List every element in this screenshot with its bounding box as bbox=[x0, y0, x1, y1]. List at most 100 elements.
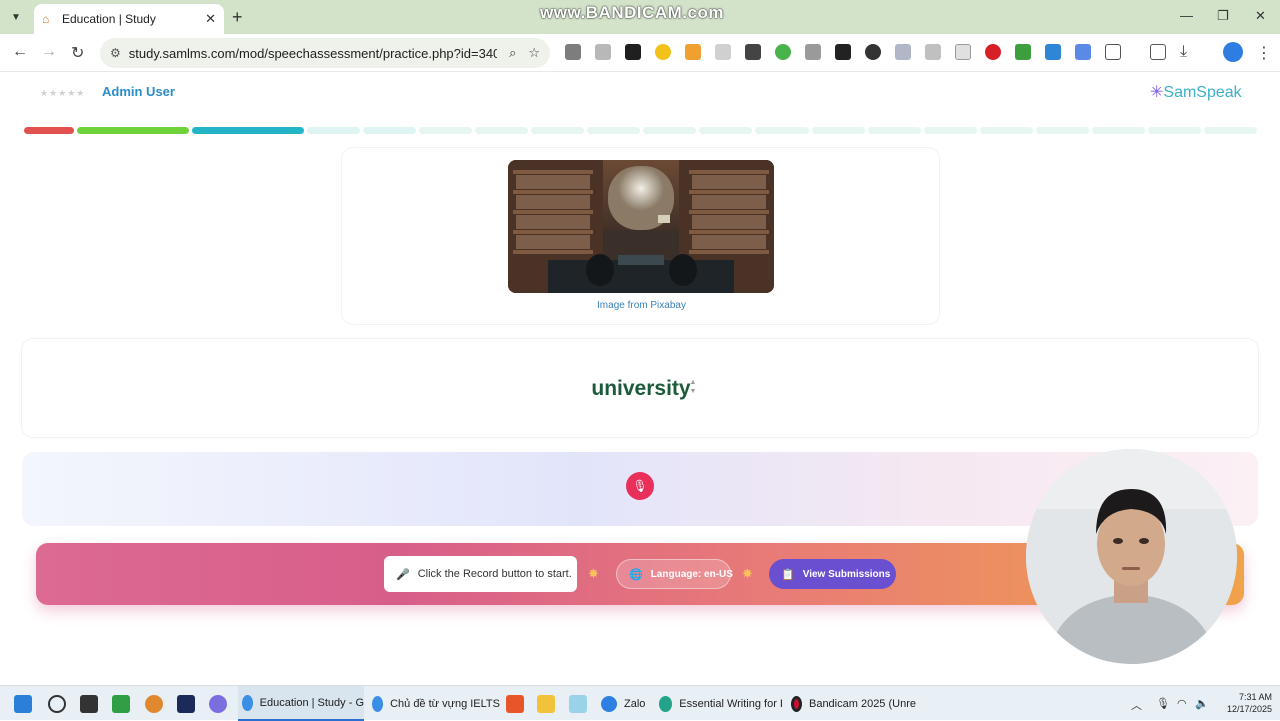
extension-icon[interactable] bbox=[655, 44, 671, 60]
extensions-puzzle-icon[interactable] bbox=[1105, 44, 1121, 60]
word-card: university ▲ ▼ bbox=[21, 338, 1259, 438]
user-rating-stars: ★★★★★ bbox=[40, 88, 86, 98]
extension-icon[interactable] bbox=[715, 44, 731, 60]
extension-icon[interactable] bbox=[745, 44, 761, 60]
extension-icon[interactable] bbox=[955, 44, 971, 60]
taskbar-app-label: Education | Study - G bbox=[259, 696, 364, 709]
chrome-icon bbox=[242, 694, 253, 711]
tray-volume-icon[interactable]: 🔈 bbox=[1195, 697, 1209, 710]
globe-icon: 🌐 bbox=[629, 568, 643, 581]
image-credit-link[interactable]: Image from Pixabay bbox=[342, 300, 941, 311]
extension-icon[interactable] bbox=[1015, 44, 1031, 60]
tab-title: Education | Study bbox=[62, 12, 156, 26]
back-button[interactable]: ← bbox=[12, 43, 28, 61]
taskbar-app-chrome-study[interactable]: Education | Study - G bbox=[238, 686, 364, 721]
progress-segment-complete bbox=[24, 127, 74, 134]
extension-icon[interactable] bbox=[565, 44, 581, 60]
taskbar-app-label: Chủ đề từ vựng IELTS bbox=[390, 697, 500, 710]
bandicam-record-icon bbox=[791, 695, 802, 712]
webcam-overlay bbox=[1026, 449, 1237, 664]
tray-overflow-chevron-icon[interactable]: ︿ bbox=[1131, 697, 1142, 713]
forward-button[interactable]: → bbox=[41, 43, 57, 61]
close-window-icon[interactable]: ✕ bbox=[1255, 8, 1266, 24]
bookmark-star-icon[interactable]: ☆ bbox=[528, 45, 540, 61]
target-word: university bbox=[591, 377, 691, 400]
taskbar-app-label: Bandicam 2025 (Unre bbox=[808, 697, 916, 710]
restore-window-icon[interactable]: ❐ bbox=[1217, 8, 1229, 24]
xbox-icon[interactable] bbox=[112, 695, 130, 713]
sparkle-icon: ✸ bbox=[588, 566, 599, 581]
progress-segment-pending bbox=[307, 127, 361, 134]
close-tab-icon[interactable]: ✕ bbox=[205, 11, 216, 27]
cast-icon[interactable] bbox=[1150, 44, 1166, 60]
extension-icon[interactable] bbox=[865, 44, 881, 60]
taskbar-app-zalo[interactable]: Zalo bbox=[601, 686, 653, 721]
image-card: Image from Pixabay bbox=[341, 147, 940, 325]
translate-extension-icon[interactable] bbox=[1075, 44, 1091, 60]
app-icon[interactable] bbox=[569, 695, 587, 713]
windows-taskbar: Education | Study - G Chủ đề từ vựng IEL… bbox=[0, 685, 1280, 721]
file-explorer-icon[interactable] bbox=[537, 695, 555, 713]
profile-avatar[interactable] bbox=[1223, 42, 1243, 62]
task-view-icon[interactable] bbox=[80, 695, 98, 713]
practice-page: ★★★★★ Admin User ✳SamSpeak Image from Pi… bbox=[0, 72, 1280, 685]
windows-start-icon[interactable] bbox=[14, 695, 32, 713]
progress-segment-pending bbox=[755, 127, 809, 134]
microphone-icon: 🎤 bbox=[396, 568, 410, 581]
progress-segment-pending bbox=[923, 127, 977, 134]
search-icon[interactable] bbox=[48, 695, 66, 713]
browser-tab-active[interactable]: ⌂ Education | Study ✕ bbox=[34, 4, 224, 34]
record-button[interactable]: 🎙 bbox=[626, 472, 654, 500]
clipboard-icon: 📋 bbox=[781, 568, 795, 581]
brave-icon[interactable] bbox=[506, 695, 524, 713]
shield-extension-icon[interactable] bbox=[895, 44, 911, 60]
logo-mark-icon: ✳ bbox=[1150, 84, 1164, 101]
camera-extension-icon[interactable] bbox=[595, 44, 611, 60]
microphone-icon: 🎙 bbox=[632, 479, 648, 493]
progress-segment-pending bbox=[475, 127, 529, 134]
address-url[interactable]: study.samlms.com/mod/speechassessment/pr… bbox=[129, 46, 497, 61]
new-tab-button[interactable]: + bbox=[232, 7, 243, 28]
extension-icon[interactable] bbox=[985, 44, 1001, 60]
browser-menu-icon[interactable]: ⋮ bbox=[1256, 43, 1272, 63]
progress-segment-pending bbox=[699, 127, 753, 134]
extension-icon[interactable] bbox=[925, 44, 941, 60]
pencil-extension-icon[interactable] bbox=[685, 44, 701, 60]
copilot-icon[interactable] bbox=[209, 695, 227, 713]
taskbar-app-chrome-ielts[interactable]: Chủ đề từ vựng IELTS bbox=[372, 686, 500, 721]
address-bar[interactable]: ⚙ study.samlms.com/mod/speechassessment/… bbox=[100, 38, 550, 68]
progress-segment-pending bbox=[1091, 127, 1145, 134]
app-icon[interactable] bbox=[145, 695, 163, 713]
photoshop-icon[interactable] bbox=[177, 695, 195, 713]
zalo-icon bbox=[601, 695, 617, 712]
taskbar-app-bandicam[interactable]: Bandicam 2025 (Unre bbox=[791, 686, 916, 721]
browser-toolbar: ← → ↻ ⚙ study.samlms.com/mod/speechasses… bbox=[0, 34, 1280, 72]
tray-microphone-icon[interactable]: 🎙 bbox=[1156, 697, 1170, 710]
site-info-icon[interactable]: ⚙ bbox=[110, 46, 121, 60]
progress-segment-pending bbox=[1147, 127, 1201, 134]
taskbar-clock[interactable]: 7:31 AM 12/17/2025 bbox=[1212, 691, 1272, 715]
extension-icon[interactable] bbox=[775, 44, 791, 60]
css-extension-icon[interactable] bbox=[805, 44, 821, 60]
samspeak-logo: ✳SamSpeak bbox=[1150, 82, 1242, 102]
progress-segment-pending bbox=[811, 127, 865, 134]
language-badge[interactable]: 🌐 Language: en-US bbox=[616, 559, 733, 589]
extension-icon[interactable] bbox=[1045, 44, 1061, 60]
tab-search-dropdown-icon[interactable]: ▼ bbox=[6, 7, 26, 27]
clock-time: 7:31 AM bbox=[1238, 692, 1272, 702]
taskbar-app-essential-writing[interactable]: Essential Writing for I bbox=[659, 686, 783, 721]
extension-icon[interactable] bbox=[625, 44, 641, 60]
download-icon[interactable]: ⤓ bbox=[1180, 43, 1187, 61]
word-sort-chevron-icon[interactable]: ▲ ▼ bbox=[688, 378, 698, 396]
view-submissions-button[interactable]: 📋 View Submissions bbox=[769, 559, 896, 589]
user-name[interactable]: Admin User bbox=[102, 84, 175, 99]
zoom-icon[interactable]: ⌕ bbox=[509, 45, 516, 61]
taskbar-app-label: Essential Writing for I bbox=[679, 697, 783, 710]
record-hint-text: Click the Record button to start. bbox=[417, 568, 572, 580]
extension-icon[interactable] bbox=[835, 44, 851, 60]
progress-segment-pending bbox=[587, 127, 641, 134]
progress-segment-pending bbox=[867, 127, 921, 134]
tray-wifi-icon[interactable]: ◠ bbox=[1177, 697, 1187, 710]
minimize-window-icon[interactable]: — bbox=[1180, 8, 1193, 23]
reload-button[interactable]: ↻ bbox=[71, 43, 84, 63]
